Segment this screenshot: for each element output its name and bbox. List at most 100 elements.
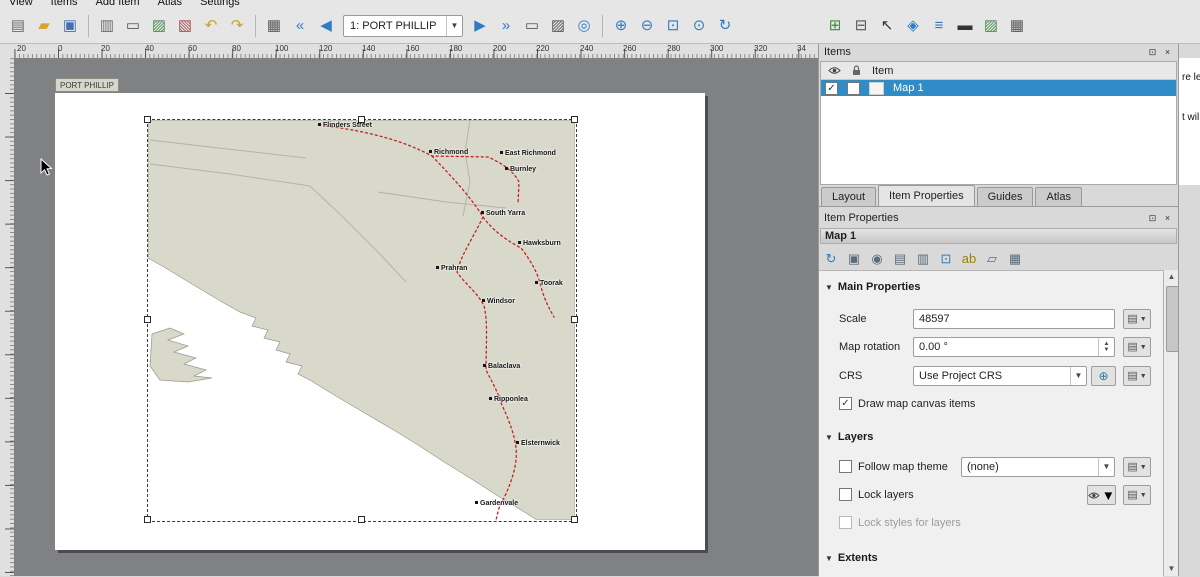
items-row-map1[interactable]: Map 1	[821, 80, 1176, 96]
new-layout-button[interactable]: ▤	[6, 14, 30, 38]
set-canvas-to-scale-button[interactable]: ▥	[913, 248, 933, 268]
lock-layers-data-defined-button[interactable]: ▤▼	[1123, 485, 1151, 505]
export-pdf-button[interactable]: ▧	[173, 14, 197, 38]
zoom-actual-button[interactable]: ⊙	[687, 14, 711, 38]
scroll-down-icon[interactable]: ▼	[1164, 562, 1179, 576]
save-project-button[interactable]: ▣	[58, 14, 82, 38]
menu-item[interactable]: Atlas	[149, 0, 191, 8]
rotation-data-defined-button[interactable]: ▤▼	[1123, 337, 1151, 357]
atlas-first-feature-button[interactable]: «	[288, 14, 312, 38]
tab-guides[interactable]: Guides	[977, 187, 1034, 206]
add-table-button[interactable]: ▦	[1005, 14, 1029, 38]
refresh-view-button[interactable]: ↻	[713, 14, 737, 38]
scale-data-defined-button[interactable]: ▤▼	[1123, 309, 1151, 329]
map-label: Richmond	[429, 149, 468, 157]
visibility-eye-icon	[1088, 491, 1100, 500]
atlas-settings-button[interactable]: ▦	[262, 14, 286, 38]
crs-data-defined-button[interactable]: ▤▼	[1123, 366, 1151, 386]
update-map-preview-button[interactable]: ↻	[821, 248, 841, 268]
menu-item[interactable]: Settings	[191, 0, 249, 8]
layout-canvas[interactable]: Flinders StreetRichmondEast RichmondBurn…	[14, 58, 818, 576]
edit-extent-button[interactable]: ⊡	[936, 248, 956, 268]
export-image-button[interactable]: ▨	[147, 14, 171, 38]
zoom-out-button[interactable]: ⊖	[635, 14, 659, 38]
resize-handle-top-right[interactable]	[571, 116, 578, 123]
map-theme-combo[interactable]: (none) ▼	[961, 457, 1115, 477]
toolbar-icon: ▶	[474, 18, 486, 33]
lock-layers-checkbox[interactable]	[839, 488, 852, 501]
panel-close-icon[interactable]: ×	[1161, 211, 1174, 224]
layout-page[interactable]: Flinders StreetRichmondEast RichmondBurn…	[55, 93, 705, 550]
redo-button[interactable]: ↷	[225, 14, 249, 38]
print-button[interactable]: ▭	[121, 14, 145, 38]
toolbar-icon: ▨	[551, 18, 565, 33]
resize-handle-middle-left[interactable]	[144, 316, 151, 323]
resize-handle-top-center[interactable]	[358, 116, 365, 123]
scale-input[interactable]: 48597	[913, 309, 1115, 329]
add-pages-button[interactable]: ⊞	[823, 14, 847, 38]
draw-canvas-items-checkbox[interactable]	[839, 397, 852, 410]
zoom-full-button[interactable]: ⊡	[661, 14, 685, 38]
follow-map-theme-checkbox[interactable]	[839, 460, 852, 473]
toolbar-icon: ⊟	[855, 18, 868, 33]
lock-styles-checkbox	[839, 516, 852, 529]
atlas-previous-feature-button[interactable]: ◀	[314, 14, 338, 38]
toolbar-icon: ▧	[178, 18, 192, 33]
section-extents[interactable]: ▼ Extents	[825, 552, 878, 564]
menu-item[interactable]: View	[0, 0, 42, 8]
theme-data-defined-button[interactable]: ▤▼	[1123, 457, 1151, 477]
atlas-next-feature-button[interactable]: ▶	[468, 14, 492, 38]
add-scalebar-button[interactable]: ▬	[953, 14, 977, 38]
item-visibility-checkbox[interactable]	[825, 82, 838, 95]
crs-combo[interactable]: Use Project CRS ▼	[913, 366, 1087, 386]
spinner-arrows-icon[interactable]: ▲▼	[1098, 338, 1114, 356]
data-defined-icon: ▤	[1127, 371, 1137, 382]
tab-item-properties[interactable]: Item Properties	[878, 185, 975, 206]
set-scale-to-canvas-button[interactable]: ▤	[890, 248, 910, 268]
toolbar-icon: ↖	[881, 18, 894, 33]
menu-item[interactable]: Items	[42, 0, 87, 8]
map-rotation-spinner[interactable]: 0.00 ° ▲▼	[913, 337, 1115, 357]
zoom-in-button[interactable]: ⊕	[609, 14, 633, 38]
scroll-up-icon[interactable]: ▲	[1164, 270, 1179, 284]
preview-atlas-button[interactable]: ◎	[572, 14, 596, 38]
item-lock-checkbox[interactable]	[847, 82, 860, 95]
resize-handle-bottom-center[interactable]	[358, 516, 365, 523]
section-main-properties[interactable]: ▼ Main Properties	[825, 281, 920, 293]
grid-settings-button[interactable]: ▦	[1005, 248, 1025, 268]
menu-item[interactable]: Add Item	[87, 0, 149, 8]
move-content-button[interactable]: ◈	[901, 14, 925, 38]
layout-manager-button[interactable]: ⊟	[849, 14, 873, 38]
set-extent-to-canvas-button[interactable]: ▣	[844, 248, 864, 268]
tab-layout[interactable]: Layout	[821, 187, 876, 206]
labeling-settings-button[interactable]: ab	[959, 248, 979, 268]
atlas-last-feature-button[interactable]: »	[494, 14, 518, 38]
add-legend-button[interactable]: ≡	[927, 14, 951, 38]
panel-close-icon[interactable]: ×	[1161, 45, 1174, 58]
clipping-settings-button[interactable]: ▱	[982, 248, 1002, 268]
lock-layers-visibility-button[interactable]: ▼	[1087, 485, 1116, 505]
print-atlas-button[interactable]: ▭	[520, 14, 544, 38]
resize-handle-bottom-right[interactable]	[571, 516, 578, 523]
page-tooltip: PORT PHILLIP	[55, 78, 119, 92]
duplicate-layout-button[interactable]: ▥	[95, 14, 119, 38]
map-item-map1[interactable]: Flinders StreetRichmondEast RichmondBurn…	[148, 120, 575, 520]
select-move-item-button[interactable]: ↖	[875, 14, 899, 38]
export-atlas-button[interactable]: ▨	[546, 14, 570, 38]
add-picture-button[interactable]: ▨	[979, 14, 1003, 38]
panel-float-icon[interactable]: ⊡	[1146, 45, 1159, 58]
panel-float-icon[interactable]: ⊡	[1146, 211, 1159, 224]
open-template-button[interactable]: ▰	[32, 14, 56, 38]
resize-handle-middle-right[interactable]	[571, 316, 578, 323]
map-label: Flinders Street	[318, 122, 372, 130]
resize-handle-top-left[interactable]	[144, 116, 151, 123]
undo-button[interactable]: ↶	[199, 14, 223, 38]
crs-label: CRS	[839, 366, 862, 386]
tab-atlas[interactable]: Atlas	[1035, 187, 1081, 206]
crs-picker-button[interactable]: ⊕	[1091, 366, 1116, 386]
resize-handle-bottom-left[interactable]	[144, 516, 151, 523]
view-extent-in-canvas-button[interactable]: ◉	[867, 248, 887, 268]
section-layers[interactable]: ▼ Layers	[825, 431, 873, 443]
properties-scrollbar[interactable]: ▲ ▼	[1163, 270, 1179, 576]
atlas-feature-combo[interactable]: 1: PORT PHILLIP ▼	[343, 15, 463, 37]
